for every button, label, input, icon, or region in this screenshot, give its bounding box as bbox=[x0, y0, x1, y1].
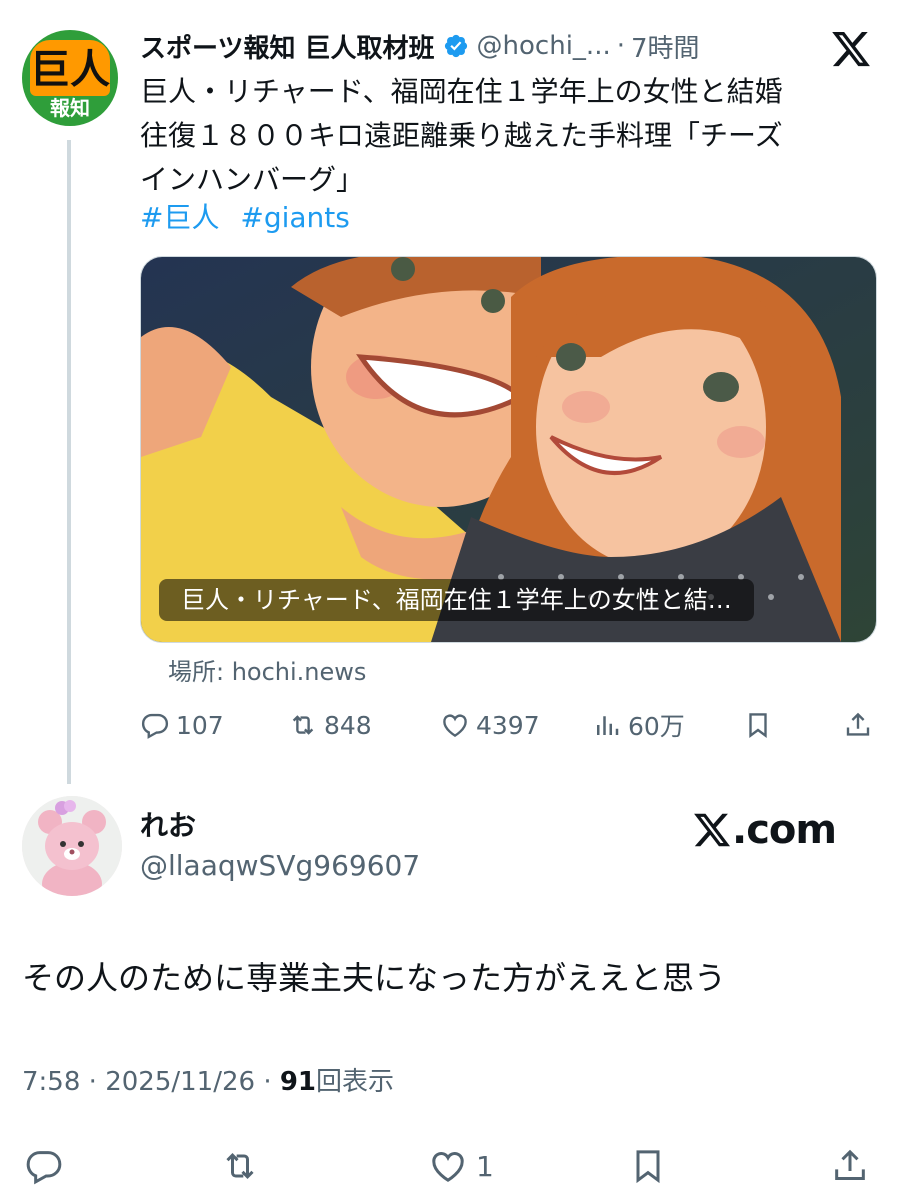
share-button[interactable] bbox=[843, 700, 879, 750]
reply-like-count: 1 bbox=[476, 1149, 494, 1183]
quoted-handle[interactable]: @hochi_... bbox=[477, 31, 611, 61]
link-card[interactable]: 巨人・リチャード、福岡在住１学年上の女性と結… bbox=[140, 256, 877, 643]
separator-dot: · bbox=[616, 31, 625, 61]
x-watermark-icon bbox=[694, 813, 731, 847]
reply-date[interactable]: 2025/11/26 bbox=[105, 1067, 255, 1097]
bear-plush-avatar-image bbox=[22, 796, 122, 896]
bookmark-icon bbox=[749, 713, 767, 738]
quoted-author-name[interactable]: スポーツ報知 巨人取材班 bbox=[140, 28, 435, 65]
quoted-post-text: 巨人・リチャード、福岡在住１学年上の女性と結婚 往復１８００キロ遠距離乗り越えた… bbox=[140, 75, 783, 196]
bookmark-icon bbox=[636, 1150, 660, 1184]
card-caption: 巨人・リチャード、福岡在住１学年上の女性と結… bbox=[159, 579, 754, 621]
reply-views-count: 91 bbox=[279, 1067, 317, 1097]
like-icon bbox=[443, 714, 467, 738]
meta-separator: · bbox=[263, 1067, 272, 1097]
reply-button-bottom[interactable] bbox=[24, 1141, 72, 1191]
repost-button[interactable]: 848 bbox=[288, 700, 372, 750]
bookmark-button[interactable] bbox=[743, 700, 779, 750]
like-icon bbox=[432, 1152, 464, 1182]
reply-handle[interactable]: @llaaqwSVg969607 bbox=[140, 846, 420, 886]
hochi-logo-avatar[interactable]: 巨人 報知 bbox=[22, 30, 118, 126]
reply-meta: 7:58 · 2025/11/26 · 91回表示 bbox=[22, 1062, 394, 1102]
quoted-post-header: スポーツ報知 巨人取材班 @hochi_... · 7時間 bbox=[140, 26, 700, 66]
reply-author-name[interactable]: れお bbox=[140, 806, 196, 846]
x-logo-icon[interactable] bbox=[830, 28, 872, 70]
views-icon bbox=[597, 716, 619, 735]
reply-icon bbox=[141, 713, 169, 739]
like-button-bottom[interactable]: 1 bbox=[428, 1141, 494, 1191]
meta-separator: · bbox=[88, 1067, 97, 1097]
like-count: 4397 bbox=[476, 710, 540, 740]
views-button[interactable]: 60万 bbox=[592, 700, 685, 750]
logo-badge: 巨人 bbox=[30, 40, 110, 96]
reply-button[interactable]: 107 bbox=[140, 700, 224, 750]
hashtags: #巨人 #giants bbox=[140, 198, 362, 238]
repost-icon bbox=[226, 1153, 254, 1179]
reply-action-bar: 1 bbox=[0, 1135, 897, 1195]
logo-top-text: 巨人 bbox=[30, 47, 110, 93]
share-button-bottom[interactable] bbox=[830, 1141, 878, 1191]
share-icon bbox=[846, 712, 870, 736]
repost-count: 848 bbox=[324, 710, 372, 740]
repost-button-bottom[interactable] bbox=[220, 1141, 268, 1191]
like-button[interactable]: 4397 bbox=[440, 700, 540, 750]
card-source[interactable]: 場所: hochi.news bbox=[168, 652, 366, 687]
quoted-time[interactable]: 7時間 bbox=[631, 28, 700, 65]
quoted-action-bar: 107 848 4397 60万 bbox=[140, 700, 875, 750]
bookmark-button-bottom[interactable] bbox=[628, 1141, 676, 1191]
hashtag-giants-jp[interactable]: #巨人 bbox=[140, 201, 219, 234]
verified-badge-icon bbox=[444, 34, 467, 58]
reply-time[interactable]: 7:58 bbox=[22, 1067, 80, 1097]
logo-bottom-text: 報知 bbox=[50, 96, 90, 120]
xcom-watermark: X.com .com bbox=[692, 806, 837, 854]
reply-avatar[interactable] bbox=[22, 796, 122, 896]
xcom-suffix: .com bbox=[732, 807, 837, 853]
views-count: 60万 bbox=[628, 712, 685, 741]
share-icon bbox=[835, 1149, 865, 1180]
repost-icon bbox=[292, 715, 314, 735]
reply-text: その人のために専業主夫になった方がええと思う bbox=[22, 959, 727, 997]
reply-views-label: 回表示 bbox=[316, 1067, 395, 1097]
thread-line bbox=[67, 140, 71, 784]
reply-count: 107 bbox=[176, 710, 224, 740]
hashtag-giants[interactable]: #giants bbox=[240, 201, 349, 234]
reply-icon bbox=[26, 1151, 62, 1185]
